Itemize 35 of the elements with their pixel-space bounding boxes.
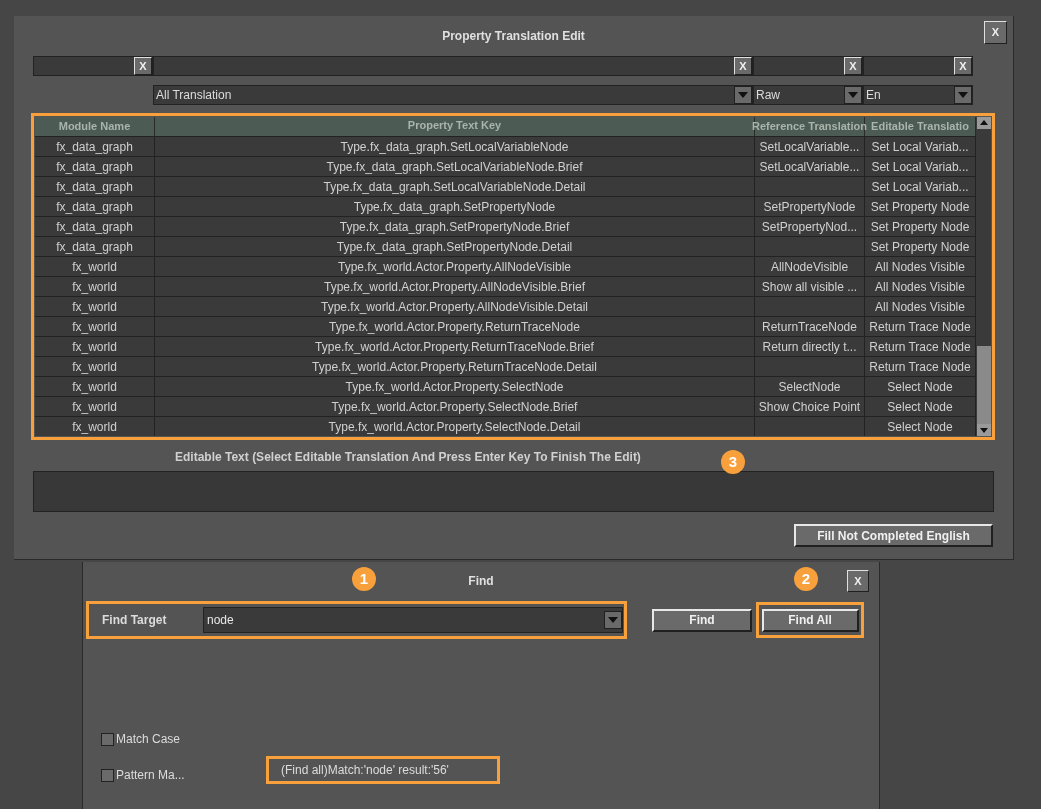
filter-field[interactable]: X (153, 56, 753, 76)
clear-button[interactable]: X (984, 21, 1007, 44)
filter-field[interactable]: X (33, 56, 153, 76)
clear-button[interactable]: X (734, 57, 752, 75)
table-cell: fx_world (35, 417, 155, 436)
scroll-down-icon (976, 424, 991, 436)
editable-text-label: Editable Text (Select Editable Translation And Press Enter Key To Finish The Edit) (175, 449, 641, 466)
table-cell: Type.fx_world.Actor.Property.SelectNode.Detail (155, 417, 755, 436)
clear-button[interactable]: X (134, 57, 152, 75)
dropdown[interactable]: Raw (753, 85, 863, 105)
checkbox-label: Pattern Ma... (116, 767, 185, 784)
callout-badge: 1 (352, 567, 376, 591)
scrollbar[interactable] (976, 117, 991, 436)
checkbox[interactable] (101, 732, 114, 746)
fill-button[interactable]: Fill Not Completed English (794, 524, 993, 547)
clear-button[interactable]: X (954, 57, 972, 75)
find-target-dropdown[interactable]: node (203, 607, 623, 633)
find-all-button[interactable]: Find All (761, 608, 859, 632)
dialog-title: Find (468, 573, 494, 590)
callout-badge: 3 (721, 450, 745, 474)
result-text: (Find all)Match:'node' result:'56' (281, 762, 449, 779)
window-title: Property Translation Edit (442, 28, 585, 45)
find-target-label: Find Target (102, 612, 168, 629)
clear-button[interactable]: X (847, 570, 869, 592)
editable-text-field[interactable] (33, 471, 994, 512)
find-button[interactable]: Find (652, 608, 752, 632)
dropdown[interactable]: All Translation (153, 85, 753, 105)
scroll-up-icon (976, 117, 991, 129)
filter-field[interactable]: X (863, 56, 973, 76)
callout-badge: 2 (794, 567, 818, 591)
checkbox-label: Match Case (116, 731, 181, 748)
clear-button[interactable]: X (844, 57, 862, 75)
dropdown[interactable]: En (863, 85, 973, 105)
checkbox[interactable] (101, 768, 114, 782)
filter-field[interactable]: X (753, 56, 863, 76)
